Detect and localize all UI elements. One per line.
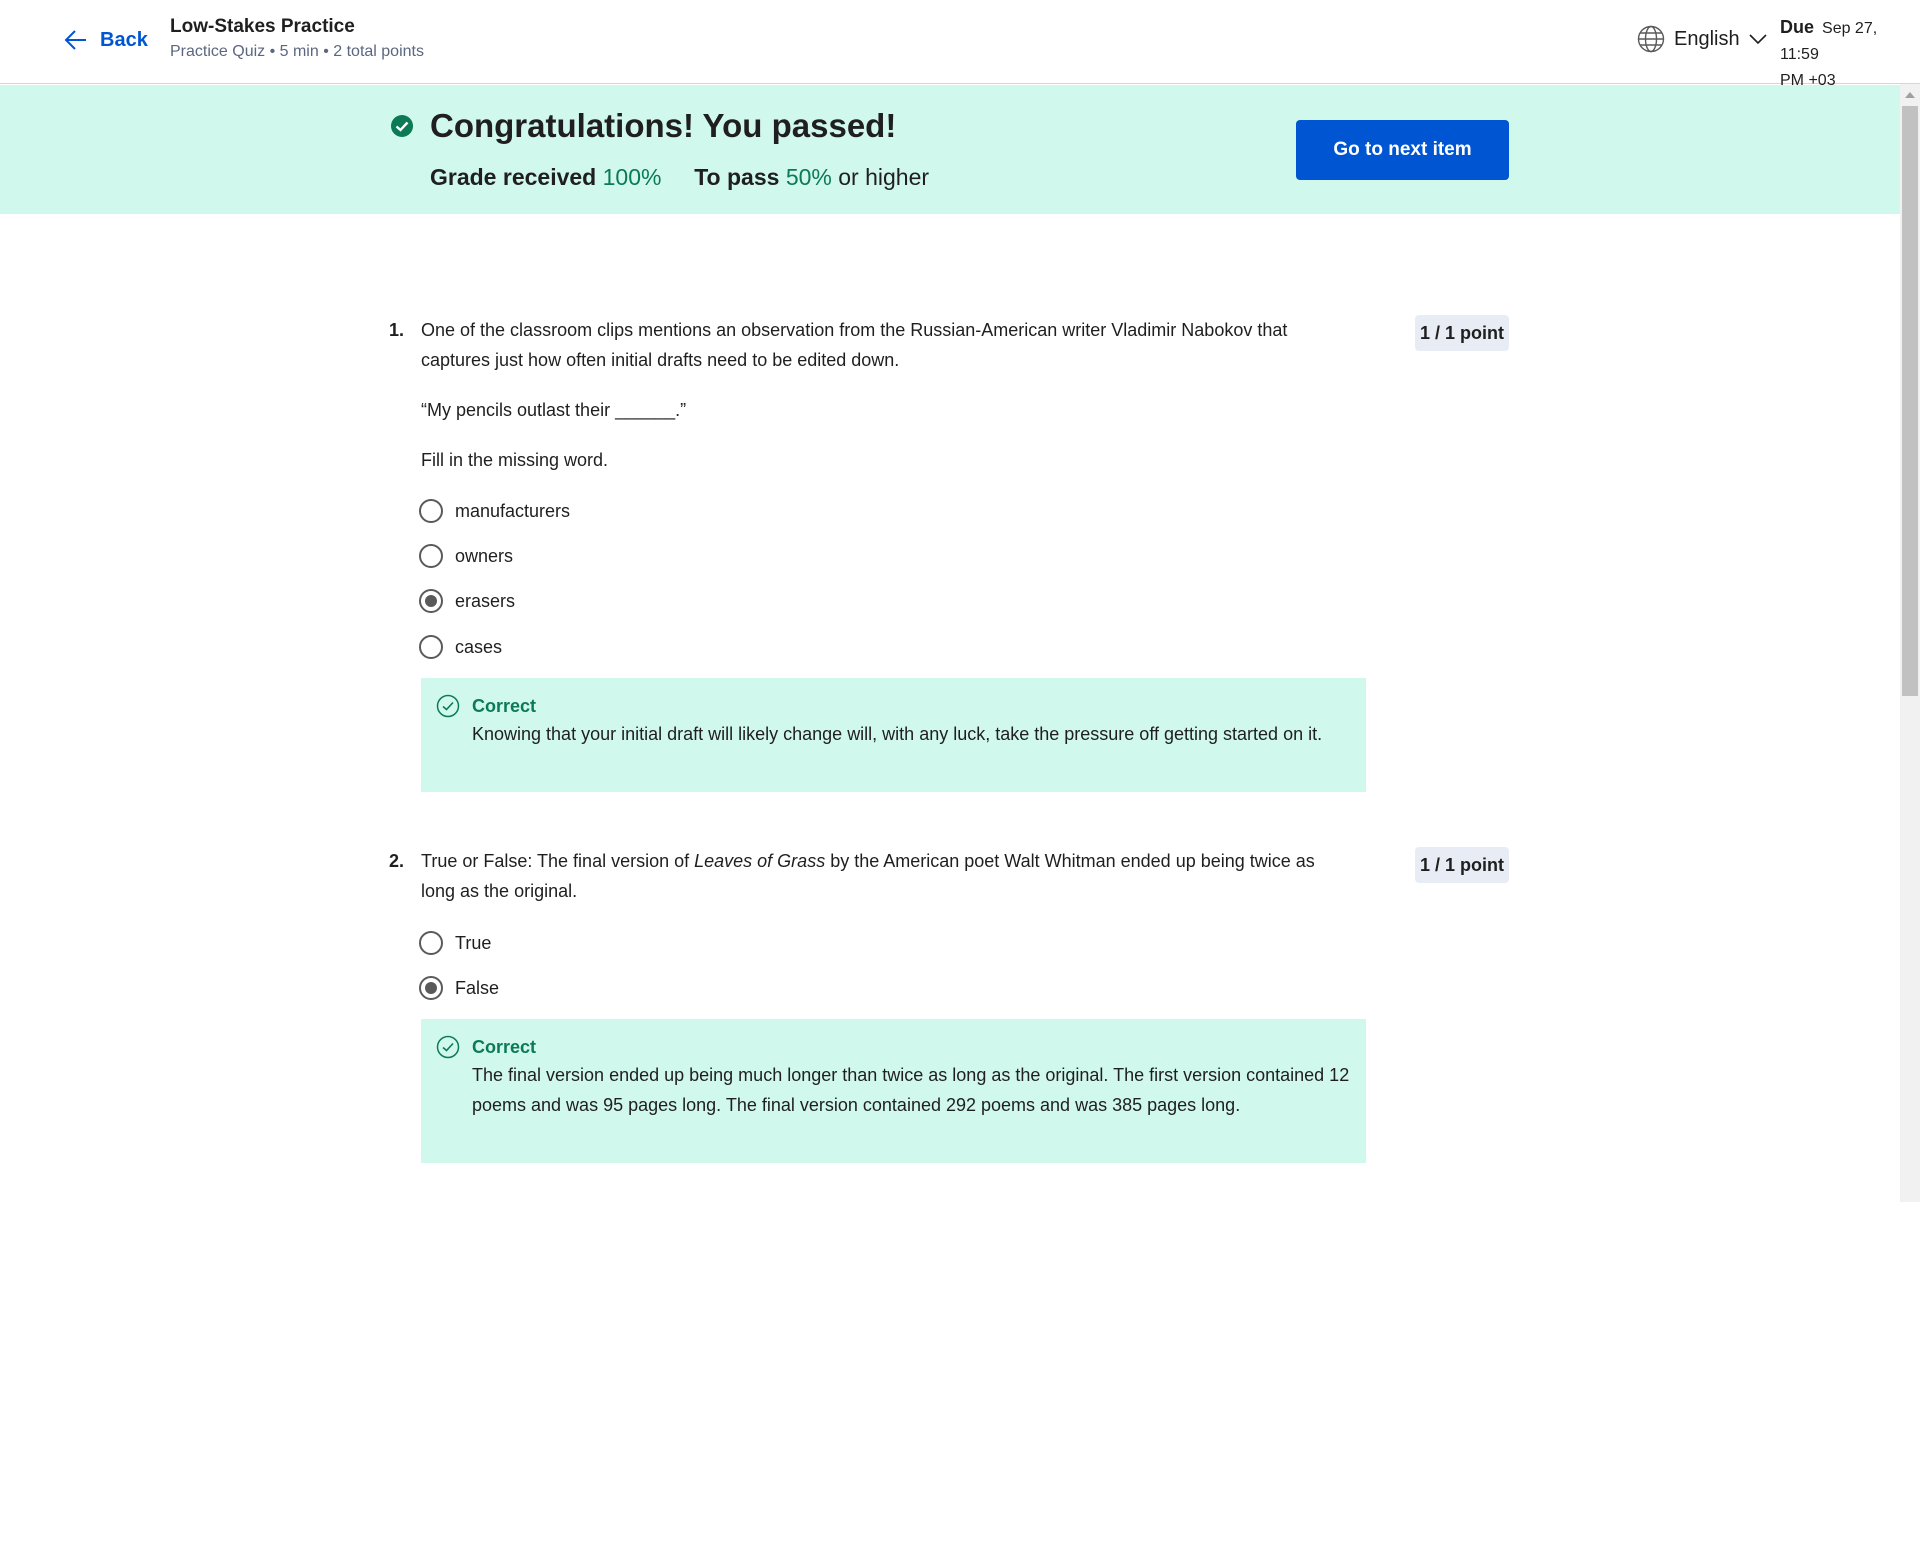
- question-text: One of the classroom clips mentions an o…: [421, 320, 1288, 370]
- language-selector[interactable]: English: [1636, 22, 1768, 56]
- feedback-title: Correct: [472, 1037, 537, 1057]
- check-circle-icon: [391, 115, 413, 137]
- feedback-text: The final version ended up being much lo…: [472, 1065, 1350, 1115]
- question-quote: “My pencils outlast their ______.”: [421, 400, 687, 420]
- question-text-part: True or False: The final version of: [421, 851, 695, 871]
- answer-option-selected[interactable]: erasers: [419, 586, 515, 616]
- globe-icon: [1637, 25, 1665, 53]
- option-label: cases: [455, 636, 503, 657]
- option-label: True: [455, 932, 492, 953]
- feedback-box: Correct Knowing that your initial draft …: [421, 678, 1366, 792]
- option-label: manufacturers: [455, 500, 571, 521]
- back-button[interactable]: Back: [62, 24, 148, 56]
- radio-button[interactable]: [419, 635, 443, 659]
- back-label: Back: [100, 28, 148, 51]
- answer-option[interactable]: owners: [419, 541, 513, 571]
- option-label: owners: [455, 545, 514, 566]
- check-circle-outline-icon: [436, 1035, 460, 1059]
- grade-label: Grade received: [430, 164, 597, 190]
- radio-button[interactable]: [419, 499, 443, 523]
- pass-suffix: or higher: [838, 164, 930, 190]
- radio-button[interactable]: [419, 544, 443, 568]
- points-badge: 1 / 1 point: [1415, 315, 1509, 351]
- question-instruction: Fill in the missing word.: [421, 450, 609, 470]
- due-label: Due: [1780, 17, 1815, 37]
- answer-option[interactable]: manufacturers: [419, 496, 570, 526]
- book-title: Leaves of Grass: [694, 851, 826, 871]
- feedback-box: Correct The final version ended up being…: [421, 1019, 1366, 1163]
- grade-summary: Grade received 100% To pass 50% or highe…: [430, 160, 929, 194]
- item-title: Low-Stakes Practice: [170, 16, 355, 37]
- language-label: English: [1674, 27, 1740, 50]
- scroll-up-arrow[interactable]: [1900, 86, 1920, 104]
- pass-heading: Congratulations! You passed!: [430, 107, 897, 144]
- feedback-text: Knowing that your initial draft will lik…: [472, 724, 1323, 744]
- answer-option[interactable]: cases: [419, 632, 502, 662]
- option-label: False: [455, 977, 500, 998]
- radio-button[interactable]: [419, 931, 443, 955]
- grade-value: 100%: [602, 164, 662, 190]
- scrollbar-thumb[interactable]: [1902, 106, 1918, 696]
- result-banner: [0, 85, 1900, 214]
- option-label: erasers: [455, 590, 516, 611]
- pass-label: To pass: [694, 164, 780, 190]
- go-to-next-item-button[interactable]: Go to next item: [1296, 120, 1509, 180]
- answer-option-selected[interactable]: False: [419, 973, 499, 1003]
- feedback-title: Correct: [472, 696, 537, 716]
- question-number: 1.: [389, 320, 405, 340]
- radio-button-selected[interactable]: [419, 976, 443, 1000]
- question-number: 2.: [389, 851, 405, 871]
- chevron-down-icon: [1749, 34, 1767, 45]
- arrow-left-icon: [64, 30, 86, 50]
- pass-value: 50%: [785, 164, 832, 190]
- top-header: Back Low-Stakes Practice Practice Quiz •…: [0, 0, 1920, 89]
- answer-option[interactable]: True: [419, 928, 491, 958]
- question-text: True or False: The final version of Leav…: [421, 846, 1341, 906]
- points-badge: 1 / 1 point: [1415, 847, 1509, 883]
- item-subtitle: Practice Quiz • 5 min • 2 total points: [170, 43, 424, 60]
- item-title-block: Low-Stakes Practice Practice Quiz • 5 mi…: [170, 15, 424, 63]
- check-circle-outline-icon: [436, 694, 460, 718]
- radio-button-selected[interactable]: [419, 589, 443, 613]
- due-date: Due Sep 27, 11:59 PM +03: [1780, 14, 1920, 94]
